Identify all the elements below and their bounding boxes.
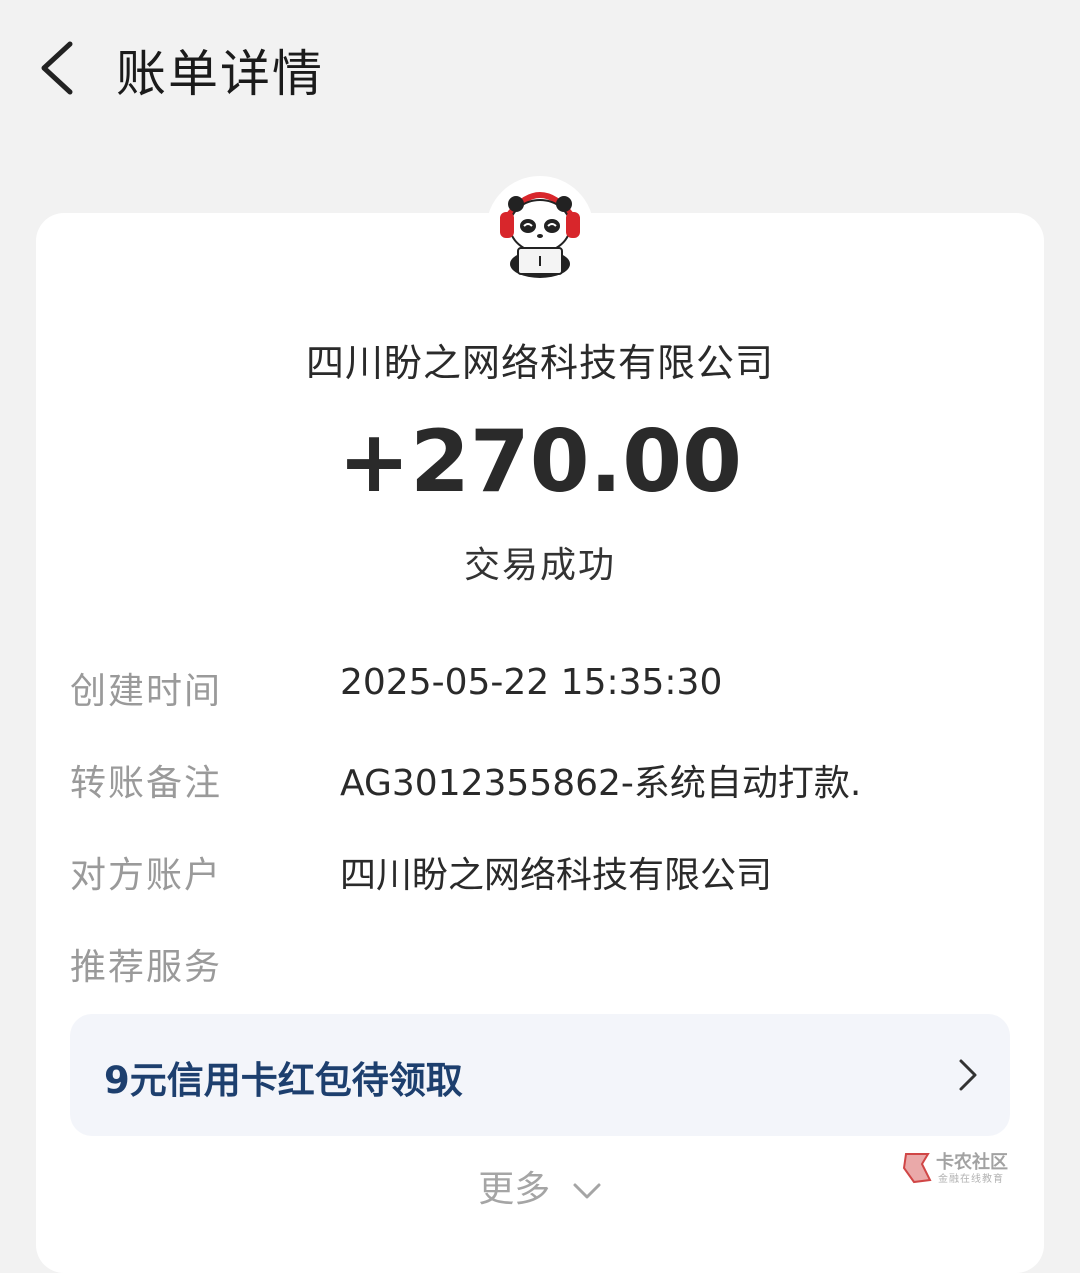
credit-card-promo-banner[interactable]: 9元信用卡红包待领取 — [70, 1014, 1010, 1136]
watermark-subtitle: 金融在线教育 — [938, 1174, 1004, 1185]
page-title: 账单详情 — [116, 45, 324, 103]
transaction-amount: +270.00 — [338, 412, 742, 512]
more-label: 更多 — [478, 1169, 551, 1210]
created-time-label: 创建时间 — [70, 671, 223, 712]
transfer-note-value: AG3012355862-系统自动打款. — [340, 763, 862, 804]
merchant-name: 四川盼之网络科技有限公司 — [305, 341, 774, 385]
chevron-right-icon — [959, 1059, 977, 1091]
watermark-icon — [902, 1153, 932, 1184]
transfer-note-label: 转账备注 — [70, 763, 223, 804]
transaction-status: 交易成功 — [463, 545, 616, 586]
back-button[interactable] — [36, 38, 84, 98]
watermark-logo: 卡农社区 金融在线教育 — [900, 1148, 1030, 1188]
chevron-down-icon — [573, 1183, 601, 1199]
counterparty-value[interactable]: 四川盼之网络科技有限公司 — [340, 846, 772, 898]
counterparty-label: 对方账户 — [70, 855, 223, 896]
merchant-avatar — [486, 176, 594, 284]
header-bar: 账单详情 — [0, 0, 1080, 140]
promo-text: 9元信用卡红包待领取 — [104, 1059, 463, 1102]
chevron-left-icon — [41, 41, 73, 95]
created-time-value: 2025-05-22 15:35:30 — [340, 662, 723, 703]
panda-logo-icon — [500, 192, 580, 278]
recommended-services-label: 推荐服务 — [70, 947, 223, 988]
